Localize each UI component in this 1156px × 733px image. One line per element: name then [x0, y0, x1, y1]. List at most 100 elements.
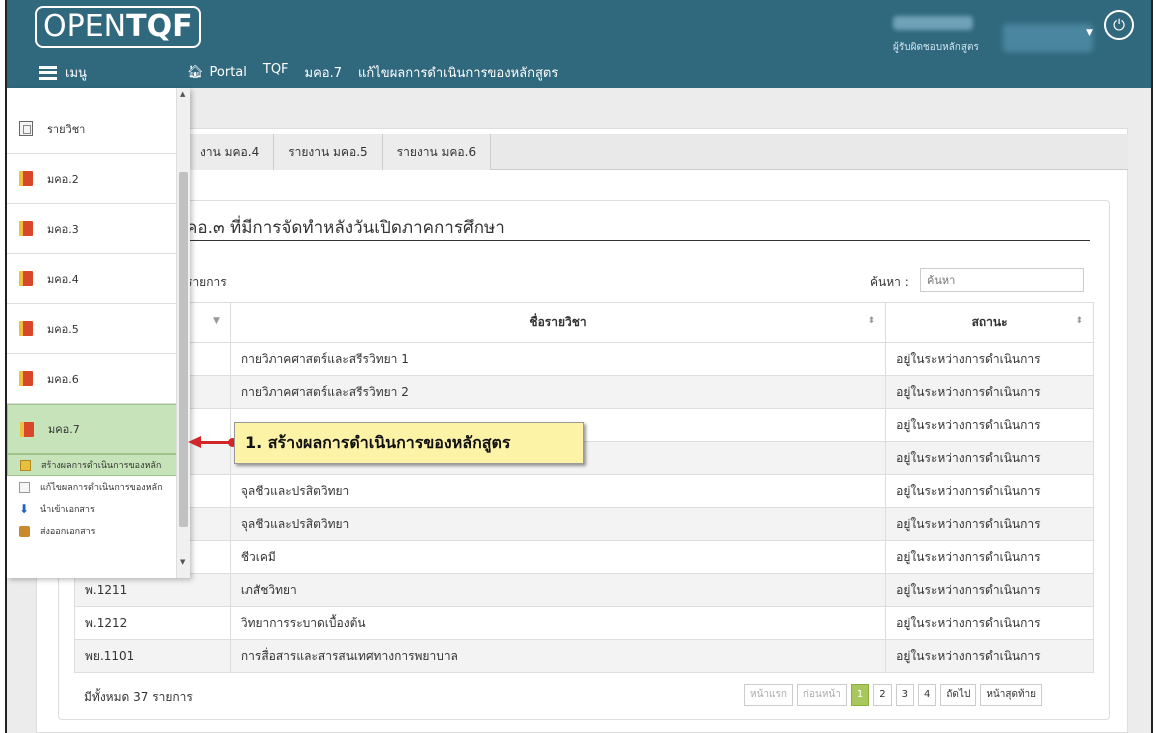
page-4-button[interactable]: 4: [918, 684, 937, 706]
submenu-edit-result[interactable]: แก้ไขผลการดำเนินการของหลัก: [7, 476, 177, 498]
edit-icon: [19, 481, 30, 493]
user-dropdown-icon[interactable]: ▼: [1086, 28, 1093, 38]
cell-code: พ.1211: [74, 573, 231, 607]
table-row[interactable]: กายวิภาคศาสตร์และสรีรวิทยา 1 อยู่ในระหว่า…: [74, 342, 1094, 376]
cell-status: อยู่ในระหว่างการดำเนินการ: [885, 606, 1094, 640]
cell-code: พย.1101: [74, 639, 231, 673]
total-count: มีทั้งหมด 37 รายการ: [84, 690, 193, 704]
cell-status: อยู่ในระหว่างการดำเนินการ: [885, 573, 1094, 607]
panel-title: คอ.๓ ที่มีการจัดทำหลังวันเปิดภาคการศึกษา: [186, 218, 505, 238]
book-icon: [19, 271, 33, 286]
cell-status: อยู่ในระหว่างการดำเนินการ: [885, 639, 1094, 673]
table-row[interactable]: จุลชีวและปรสิตวิทยา อยู่ในระหว่างการดำเนิ…: [74, 474, 1094, 508]
opentqf-logo[interactable]: OPENTQF: [35, 6, 201, 48]
report-tabs: งาน มคอ.4 รายงาน มคอ.5 รายงาน มคอ.6: [186, 134, 492, 170]
page-1-button[interactable]: 1: [850, 684, 870, 706]
page-2-button[interactable]: 2: [873, 684, 892, 706]
tab-report-mko5[interactable]: รายงาน มคอ.5: [274, 134, 383, 170]
table-row[interactable]: จุลชีวและปรสิตวิทยา อยู่ในระหว่างการดำเนิ…: [74, 507, 1094, 541]
cell-status: อยู่ในระหว่างการดำเนินการ: [885, 408, 1094, 442]
hamburger-icon: [39, 65, 57, 80]
user-name-blurred: [893, 16, 973, 30]
user-role: ผู้รับผิดชอบหลักสูตร: [893, 42, 979, 53]
book-icon: [19, 321, 33, 336]
breadcrumb: 🏠︎ Portal TQF มคอ.7 แก้ไขผลการดำเนินการขอ…: [187, 62, 558, 83]
power-icon[interactable]: ⏻: [1104, 10, 1134, 40]
table-row[interactable]: พย.1101 การสื่อสารและสารสนเทศทางการพยาบาล…: [74, 639, 1094, 673]
sidebar-item-mko5[interactable]: มคอ.5: [7, 304, 177, 354]
cell-name: จุลชีวและปรสิตวิทยา: [229, 507, 887, 541]
sidebar-menu: รายวิชา มคอ.2 มคอ.3 มคอ.4 มคอ.5 มคอ.6 มค…: [7, 88, 190, 578]
header-status[interactable]: สถานะ ⬍: [885, 302, 1094, 343]
cell-status: อยู่ในระหว่างการดำเนินการ: [885, 507, 1094, 541]
book-icon: [19, 371, 33, 386]
home-icon: 🏠︎: [187, 65, 204, 80]
show-entries-label: รายการ: [186, 275, 227, 289]
menu-label: เมนู: [65, 66, 87, 81]
download-icon: ⬇: [19, 501, 30, 516]
sort-desc-icon: ▼: [212, 316, 220, 326]
tab-report-mko6[interactable]: รายงาน มคอ.6: [382, 134, 492, 170]
sidebar-item-mko6[interactable]: มคอ.6: [7, 354, 177, 404]
book-icon: [19, 171, 33, 186]
cell-status: อยู่ในระหว่างการดำเนินการ: [885, 474, 1094, 508]
cell-name: กายวิภาคศาสตร์และสรีรวิทยา 1: [229, 342, 887, 376]
pagination: หน้าแรก ก่อนหน้า 1 2 3 4 ถัดไป หน้าสุดท้…: [744, 684, 1043, 706]
submenu-export[interactable]: ส่งออกเอกสาร: [7, 520, 177, 542]
header-course-name[interactable]: ชื่อรายวิชา ⬍: [229, 302, 887, 343]
nav-portal[interactable]: 🏠︎ Portal: [187, 62, 247, 83]
sidebar-item-mko3[interactable]: มคอ.3: [7, 204, 177, 254]
nav-tqf[interactable]: TQF: [263, 62, 289, 83]
page-first-button[interactable]: หน้าแรก: [744, 684, 793, 706]
search-label: ค้นหา :: [870, 275, 909, 289]
sidebar-item-mko4[interactable]: มคอ.4: [7, 254, 177, 304]
sidebar-item-mko2[interactable]: มคอ.2: [7, 154, 177, 204]
table-row[interactable]: อยู่ในระหว่างการดำเนินการ: [74, 408, 1094, 442]
user-detail-blurred: [1003, 24, 1093, 52]
table-row[interactable]: กายวิภาคศาสตร์และสรีรวิทยา 2 อยู่ในระหว่า…: [74, 375, 1094, 409]
title-divider: [186, 240, 1090, 241]
tab-report-mko4[interactable]: งาน มคอ.4: [186, 134, 275, 170]
course-table: ▼ ชื่อรายวิชา ⬍ สถานะ ⬍ กายวิภาคศาสตร์และส…: [74, 302, 1094, 673]
cell-code: พ.1212: [74, 606, 231, 640]
table-header-row: ▼ ชื่อรายวิชา ⬍ สถานะ ⬍: [74, 302, 1094, 343]
sidebar-item-courses[interactable]: รายวิชา: [7, 104, 177, 154]
menu-toggle[interactable]: เมนู: [39, 62, 87, 83]
cell-status: อยู่ในระหว่างการดำเนินการ: [885, 441, 1094, 475]
cell-status: อยู่ในระหว่างการดำเนินการ: [885, 375, 1094, 409]
page-last-button[interactable]: หน้าสุดท้าย: [980, 684, 1043, 706]
cell-name: การสื่อสารและสารสนเทศทางการพยาบาล: [229, 639, 887, 673]
sort-icon: ⬍: [1075, 316, 1083, 326]
user-info[interactable]: ผู้รับผิดชอบหลักสูตร: [893, 10, 1093, 56]
submenu-create-result[interactable]: สร้างผลการดำเนินการของหลัก: [7, 454, 177, 476]
cell-name: เภสัชวิทยา: [229, 573, 887, 607]
cell-status: อยู่ในระหว่างการดำเนินการ: [885, 342, 1094, 376]
table-row[interactable]: ชีวเคมี อยู่ในระหว่างการดำเนินการ: [74, 540, 1094, 574]
nav-mko7[interactable]: มคอ.7: [305, 62, 342, 83]
step-callout: 1. สร้างผลการดำเนินการของหลักสูตร: [234, 422, 584, 464]
nav-edit-result[interactable]: แก้ไขผลการดำเนินการของหลักสูตร: [358, 62, 558, 83]
page-prev-button[interactable]: ก่อนหน้า: [796, 684, 847, 706]
page-3-button[interactable]: 3: [895, 684, 914, 706]
scroll-up-icon[interactable]: ▲: [180, 90, 185, 98]
sidebar-scrollbar[interactable]: ▲ ▼: [176, 88, 190, 578]
document-icon: [20, 459, 31, 471]
page-next-button[interactable]: ถัดไป: [940, 684, 977, 706]
scroll-thumb[interactable]: [179, 172, 188, 527]
sort-icon: ⬍: [867, 316, 876, 326]
scroll-down-icon[interactable]: ▼: [180, 558, 185, 566]
briefcase-icon: [19, 525, 30, 537]
cell-name: จุลชีวและปรสิตวิทยา: [229, 474, 887, 508]
table-row[interactable]: พ.1212 วิทยาการระบาดเบื้องต้น อยู่ในระหว่า…: [74, 606, 1094, 640]
search-input[interactable]: [920, 268, 1084, 292]
cell-status: อยู่ในระหว่างการดำเนินการ: [885, 540, 1094, 574]
book-icon: [20, 421, 34, 437]
course-icon: [19, 121, 33, 136]
cell-name: วิทยาการระบาดเบื้องต้น: [229, 606, 887, 640]
submenu-import[interactable]: ⬇ นำเข้าเอกสาร: [7, 498, 177, 520]
book-icon: [19, 221, 33, 236]
table-row[interactable]: อยู่ในระหว่างการดำเนินการ: [74, 441, 1094, 475]
table-row[interactable]: พ.1211 เภสัชวิทยา อยู่ในระหว่างการดำเนินกา…: [74, 573, 1094, 607]
cell-name: กายวิภาคศาสตร์และสรีรวิทยา 2: [229, 375, 887, 409]
sidebar-item-mko7[interactable]: มคอ.7: [7, 404, 177, 454]
